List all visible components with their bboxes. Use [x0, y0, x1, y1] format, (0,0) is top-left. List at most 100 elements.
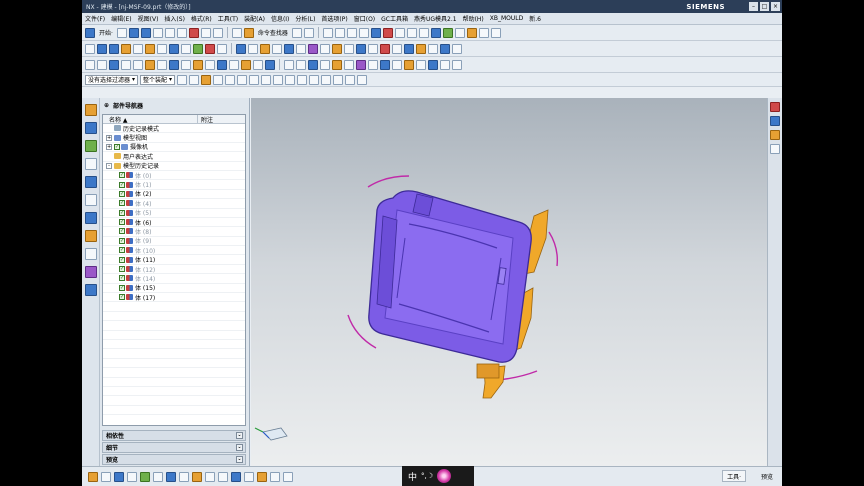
edit-object-display-icon[interactable] [466, 27, 477, 38]
point-on-curve-snap-icon[interactable] [297, 74, 308, 85]
visibility-checkbox[interactable]: ✓ [119, 266, 125, 273]
process-studio-icon[interactable] [85, 248, 97, 260]
command-finder-icon[interactable] [243, 27, 254, 38]
pad-icon[interactable] [157, 43, 167, 54]
zoom-icon[interactable] [334, 27, 345, 38]
wcs-icon[interactable] [490, 27, 501, 38]
chevron-down-icon[interactable]: ⌄ [236, 444, 243, 451]
history-icon[interactable] [85, 212, 97, 224]
lifter-icon[interactable] [205, 471, 215, 482]
close-button[interactable]: × [771, 2, 780, 11]
shaded-edges-icon[interactable] [394, 27, 405, 38]
menu-help[interactable]: 帮助(H) [463, 14, 484, 23]
mold-tools-icon[interactable] [440, 43, 450, 54]
tree-row[interactable]: ✓ 体 (6) [103, 218, 245, 228]
tree-row[interactable]: ✓ 体 (17) [103, 293, 245, 303]
shrinkage-icon[interactable] [127, 471, 137, 482]
expand-toggle-icon[interactable]: - [106, 162, 112, 169]
ime-symbols[interactable]: °,☽ [421, 472, 433, 480]
line-icon[interactable] [85, 59, 95, 70]
menu-tools[interactable]: 工具(T) [218, 14, 238, 23]
standard-parts-icon[interactable] [283, 471, 293, 482]
menu-analysis[interactable]: 分析(L) [295, 14, 315, 23]
tree-row[interactable]: 用户表达式 [103, 152, 245, 162]
visibility-checkbox[interactable]: ✓ [119, 190, 125, 197]
menu-insert[interactable]: 插入(S) [164, 14, 185, 23]
display-settings-icon[interactable] [770, 116, 780, 126]
gate-icon[interactable] [231, 471, 241, 482]
sew-icon[interactable] [356, 43, 366, 54]
surface-icon[interactable] [265, 59, 275, 70]
patch-icon[interactable] [368, 43, 378, 54]
menu-assembly[interactable]: 装配(A) [244, 14, 265, 23]
studio-surface-icon[interactable] [356, 59, 366, 70]
mold-csys-icon[interactable] [140, 471, 150, 482]
electrode-design-icon[interactable] [270, 471, 280, 482]
delete-icon[interactable] [188, 27, 199, 38]
split-body-icon[interactable] [296, 43, 306, 54]
tree-row[interactable]: - 模型历史记录 [103, 162, 245, 171]
electrode-icon[interactable] [440, 59, 450, 70]
fill-surface-icon[interactable] [344, 59, 354, 70]
system-scenes-icon[interactable] [85, 284, 97, 296]
sketch-icon[interactable] [85, 43, 95, 54]
web-browser-icon[interactable] [85, 194, 97, 206]
helix-icon[interactable] [241, 59, 251, 70]
mesh-surface-icon[interactable] [296, 59, 306, 70]
pattern-icon[interactable] [308, 43, 318, 54]
resize-face-icon[interactable] [416, 43, 426, 54]
intersection-snap-icon[interactable] [249, 74, 260, 85]
selection-filter-dropdown[interactable]: 没有选择过滤器 ▾ [85, 74, 139, 85]
tangent-snap-icon[interactable] [357, 74, 368, 85]
render-ball-icon[interactable] [770, 102, 780, 112]
section-view-icon[interactable] [428, 59, 438, 70]
menu-window[interactable]: 窗口(O) [354, 14, 375, 23]
chamfer-icon[interactable] [248, 43, 258, 54]
unite-icon[interactable] [193, 43, 203, 54]
tools-dropdown[interactable]: 工具· [722, 470, 746, 482]
hole-icon[interactable] [121, 43, 131, 54]
visibility-checkbox[interactable]: ✓ [114, 143, 120, 150]
rotate-icon[interactable] [346, 27, 357, 38]
tree-row[interactable]: ✓ 体 (0) [103, 171, 245, 181]
spline-icon[interactable] [121, 59, 131, 70]
join-curve-icon[interactable] [205, 59, 215, 70]
command-finder-button[interactable]: 命令查找器 [258, 28, 288, 37]
draft-icon[interactable] [272, 43, 282, 54]
midpoint-snap-icon[interactable] [225, 74, 236, 85]
repeat-command-icon[interactable] [231, 27, 242, 38]
text-curve-icon[interactable] [253, 59, 263, 70]
undo-icon[interactable] [200, 27, 211, 38]
background-icon[interactable] [406, 27, 417, 38]
preview-button[interactable]: 预览 [758, 470, 776, 482]
offset-curve-icon[interactable] [145, 59, 155, 70]
ejector-icon[interactable] [218, 471, 228, 482]
circle-icon[interactable] [109, 59, 119, 70]
control-point-snap-icon[interactable] [237, 74, 248, 85]
hd3d-tools-icon[interactable] [85, 176, 97, 188]
tree-row[interactable]: ✓ 体 (15) [103, 284, 245, 294]
parting-line-icon[interactable] [153, 471, 163, 482]
paste-icon[interactable] [176, 27, 187, 38]
material-icon[interactable] [770, 130, 780, 140]
column-header-note[interactable]: 附注 [198, 115, 213, 124]
mold-wizard-icon[interactable] [88, 471, 98, 482]
visibility-checkbox[interactable]: ✓ [119, 275, 125, 282]
deviation-icon[interactable] [416, 59, 426, 70]
trim-body-icon[interactable] [284, 43, 294, 54]
point-icon[interactable] [133, 59, 143, 70]
tree-row[interactable]: ✓ 体 (2) [103, 190, 245, 200]
parting-surface-icon[interactable] [166, 471, 176, 482]
offset-region-icon[interactable] [428, 43, 438, 54]
show-hide-icon[interactable] [478, 27, 489, 38]
redo-icon[interactable] [212, 27, 223, 38]
dependencies-panel[interactable]: 相依性 ⌄ [102, 430, 246, 441]
existing-point-snap-icon[interactable] [285, 74, 296, 85]
cavity-layout-icon[interactable] [101, 471, 111, 482]
assembly-navigator-icon[interactable] [85, 104, 97, 116]
menu-format[interactable]: 格式(R) [191, 14, 212, 23]
move-face-icon[interactable] [392, 43, 402, 54]
divide-curve-icon[interactable] [229, 59, 239, 70]
pan-icon[interactable] [358, 27, 369, 38]
graphics-viewport[interactable] [251, 98, 767, 466]
